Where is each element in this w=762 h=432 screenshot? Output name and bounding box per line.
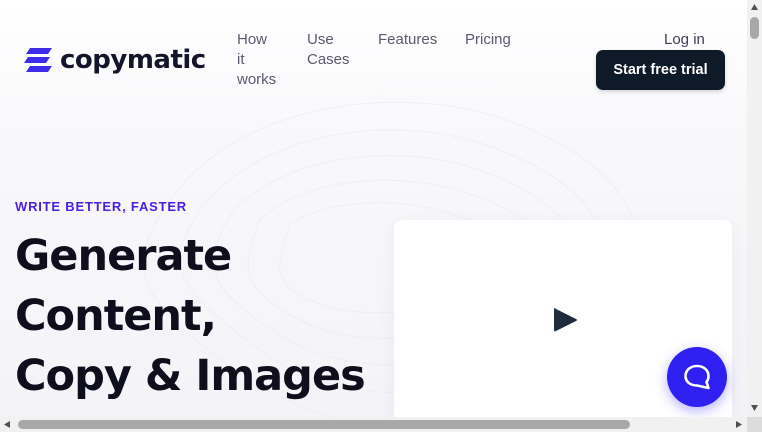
hero-headline: Generate Content, Copy & Images bbox=[15, 226, 375, 406]
scroll-up-arrow-icon[interactable] bbox=[750, 3, 759, 11]
scroll-down-arrow-icon[interactable] bbox=[750, 404, 759, 412]
hero-eyebrow: WRITE BETTER, FASTER bbox=[15, 199, 187, 214]
login-link[interactable]: Log in bbox=[664, 30, 705, 50]
chat-bubble-icon bbox=[684, 364, 710, 390]
page-viewport: copymatic How it works Use Cases Feature… bbox=[0, 0, 747, 417]
copymatic-logo-icon bbox=[24, 48, 52, 72]
headline-line: Content, bbox=[15, 291, 217, 341]
start-free-trial-button[interactable]: Start free trial bbox=[596, 50, 725, 90]
horizontal-scrollbar-thumb[interactable] bbox=[18, 420, 630, 429]
vertical-scrollbar[interactable] bbox=[747, 0, 762, 417]
nav-features[interactable]: Features bbox=[378, 30, 437, 50]
brand-logo[interactable]: copymatic bbox=[22, 44, 206, 76]
vertical-scrollbar-thumb[interactable] bbox=[750, 17, 759, 39]
scroll-left-arrow-icon[interactable] bbox=[3, 420, 11, 429]
scrollbar-corner bbox=[747, 417, 762, 432]
nav-use-cases[interactable]: Use Cases bbox=[307, 30, 351, 70]
headline-line: Copy & Images bbox=[15, 351, 366, 401]
nav-pricing[interactable]: Pricing bbox=[465, 30, 511, 50]
chat-support-button[interactable] bbox=[667, 347, 727, 407]
nav-how-it-works[interactable]: How it works bbox=[237, 30, 277, 90]
horizontal-scrollbar[interactable] bbox=[0, 417, 747, 432]
scroll-right-arrow-icon[interactable] bbox=[735, 420, 743, 429]
headline-line: Generate bbox=[15, 231, 232, 281]
play-icon[interactable] bbox=[552, 306, 578, 334]
brand-name: copymatic bbox=[60, 45, 206, 75]
